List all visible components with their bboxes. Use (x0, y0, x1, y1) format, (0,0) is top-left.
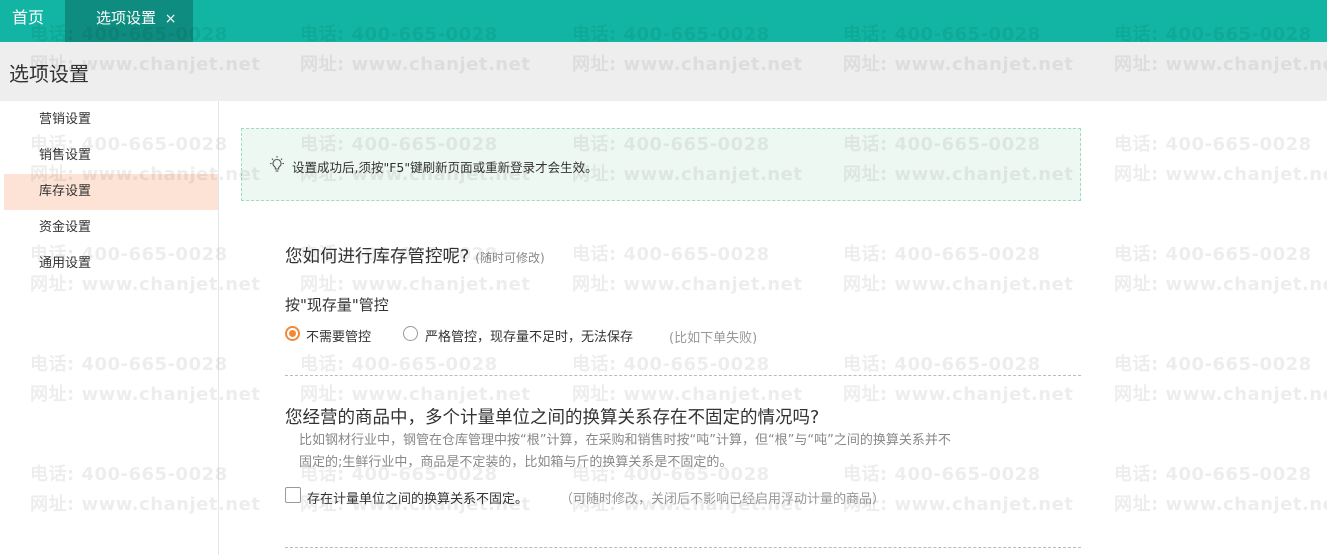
inventory-sub-label: 按"现存量"管控 (285, 296, 389, 314)
watermark-phone: 电话: 400-665-0028 (1114, 354, 1312, 375)
tab-options-settings[interactable]: 选项设置 × (65, 0, 193, 42)
units-description: 比如钢材行业中，钢管在仓库管理中按“根”计算，在采购和销售时按“吨”计算，但“根… (299, 430, 1089, 474)
strict-control-hint: (比如下单失败) (669, 331, 758, 346)
watermark-phone: 电话: 400-665-0028 (1114, 134, 1312, 155)
section-divider (285, 375, 1081, 376)
page-header (0, 42, 1327, 101)
section-divider (285, 547, 1081, 548)
units-question: 您经营的商品中，多个计量单位之间的换算关系存在不固定的情况吗? (285, 408, 820, 428)
inventory-question-hint: (随时可修改) (475, 251, 545, 265)
watermark-phone: 电话: 400-665-0028 (1114, 244, 1312, 265)
top-tab-bar: 首页 选项设置 × (0, 0, 1327, 42)
radio-no-control[interactable] (285, 326, 300, 341)
watermark-site: 网址: www.chanjet.net (1114, 164, 1327, 185)
units-description-line: 固定的;生鲜行业中，商品是不定装的，比如箱与斤的换算关系是不固定的。 (299, 455, 733, 470)
watermark-phone: 电话: 400-665-0028 (843, 354, 1041, 375)
watermark-site: 网址: www.chanjet.net (572, 384, 803, 405)
watermark-site: 网址: www.chanjet.net (300, 384, 531, 405)
sidebar-item-funds[interactable]: 资金设置 (4, 210, 218, 246)
sidebar: 营销设置 销售设置 库存设置 资金设置 通用设置 (0, 101, 219, 555)
sidebar-item-marketing[interactable]: 营销设置 (4, 102, 218, 138)
notice-text: 设置成功后,须按"F5"键刷新页面或重新登录才会生效。 (292, 160, 598, 175)
watermark-site: 网址: www.chanjet.net (843, 384, 1074, 405)
radio-strict-control[interactable] (403, 326, 418, 341)
watermark-phone: 电话: 400-665-0028 (572, 354, 770, 375)
watermark-phone: 电话: 400-665-0028 (1114, 464, 1312, 485)
sidebar-item-general[interactable]: 通用设置 (4, 246, 218, 282)
watermark-phone: 电话: 400-665-0028 (300, 354, 498, 375)
notice-banner: 设置成功后,须按"F5"键刷新页面或重新登录才会生效。 (241, 128, 1081, 201)
close-icon[interactable]: × (165, 11, 177, 27)
radio-strict-control-label[interactable]: 严格管控，现存量不足时，无法保存 (425, 326, 633, 345)
watermark-site: 网址: www.chanjet.net (572, 274, 803, 295)
sidebar-item-inventory[interactable]: 库存设置 (4, 174, 218, 210)
watermark-site: 网址: www.chanjet.net (1114, 384, 1327, 405)
watermark-site: 网址: www.chanjet.net (843, 274, 1074, 295)
watermark-site: 网址: www.chanjet.net (300, 274, 531, 295)
watermark-phone: 电话: 400-665-0028 (843, 244, 1041, 265)
units-description-line: 比如钢材行业中，钢管在仓库管理中按“根”计算，在采购和销售时按“吨”计算，但“根… (299, 433, 951, 448)
page-title: 选项设置 (9, 62, 89, 86)
inventory-question-text: 您如何进行库存管控呢? (285, 247, 470, 267)
sidebar-item-sales[interactable]: 销售设置 (4, 138, 218, 174)
lightbulb-icon (270, 156, 284, 172)
floating-unit-checkbox-label[interactable]: 存在计量单位之间的换算关系不固定。 (307, 488, 528, 507)
tab-home[interactable]: 首页 (0, 0, 65, 42)
tab-label: 选项设置 (96, 9, 157, 27)
floating-unit-checkbox[interactable] (285, 487, 301, 503)
watermark-site: 网址: www.chanjet.net (1114, 274, 1327, 295)
radio-no-control-label[interactable]: 不需要管控 (306, 326, 371, 345)
watermark-site: 网址: www.chanjet.net (1114, 494, 1327, 515)
inventory-question: 您如何进行库存管控呢? (随时可修改) (285, 243, 545, 268)
watermark-phone: 电话: 400-665-0028 (572, 244, 770, 265)
floating-unit-hint: （可随时修改，关闭后不影响已经启用浮动计量的商品） (560, 492, 886, 507)
